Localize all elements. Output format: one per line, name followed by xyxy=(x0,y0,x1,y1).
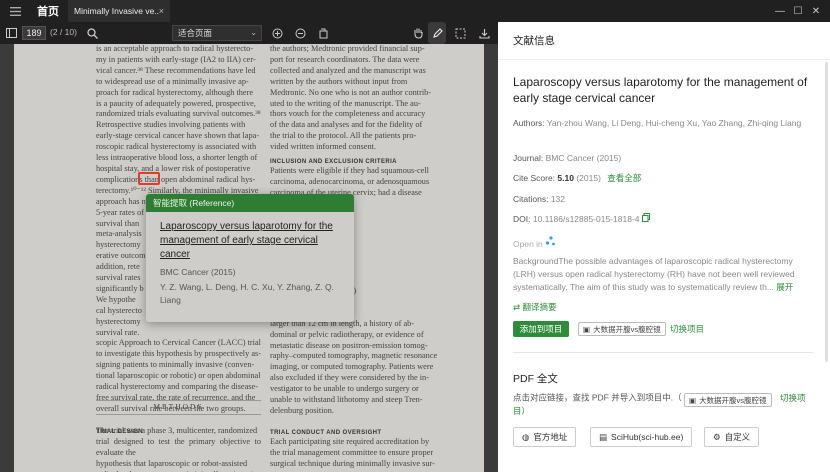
project-icon: ▣ xyxy=(583,324,591,334)
copy-icon[interactable] xyxy=(641,213,650,224)
pdf-left-bottom-text: The trial was a phase 3, multicenter, ra… xyxy=(96,426,261,472)
translate-abstract-link[interactable]: 翻译摘要 xyxy=(523,302,557,312)
search-icon[interactable] xyxy=(84,22,100,44)
connected-papers-icon[interactable] xyxy=(545,236,556,249)
gear-icon: ⚙ xyxy=(713,431,721,442)
document-tab-label: Minimally Invasive ve... xyxy=(74,6,159,16)
pdf-fulltext-heading: PDF 全文 xyxy=(513,373,558,385)
cite-score-label: Cite Score: xyxy=(513,173,556,183)
view-all-link[interactable]: 查看全部 xyxy=(607,173,641,183)
doi-label: DOI: xyxy=(513,214,531,224)
citations-label: Citations: xyxy=(513,194,549,204)
scihub-icon: ▤ xyxy=(599,431,608,442)
pdf-right-column-3: Each participating site required accredi… xyxy=(270,437,435,468)
doi-value: 10.1186/s12885-015-1818-4 xyxy=(532,214,640,224)
popup-authors: Y. Z. Wang, L. Deng, H. C. Xu, Y. Zhang,… xyxy=(160,282,335,305)
popup-journal: BMC Cancer (2015) xyxy=(160,267,236,277)
sidebar-toggle-icon[interactable] xyxy=(3,22,19,44)
download-icon[interactable] xyxy=(476,22,492,44)
pen-tool-icon[interactable] xyxy=(428,22,446,44)
globe-icon: ◍ xyxy=(522,431,530,442)
close-window-button[interactable]: ✕ xyxy=(808,0,824,22)
page-count: (2 / 10) xyxy=(50,27,77,37)
home-tab[interactable]: 首页 xyxy=(30,3,66,19)
zoom-select-value: 适合页面 xyxy=(178,28,213,38)
pdf-project-icon: ▣ xyxy=(688,395,697,405)
cite-score-value: 5.10 xyxy=(557,173,574,183)
authors-row: Authors: Yan-zhou Wang, Li Deng, Hui-che… xyxy=(513,117,813,130)
translate-row[interactable]: ⇄ 翻译摘要 xyxy=(513,301,557,314)
journal-value: BMC Cancer (2015) xyxy=(545,153,622,163)
official-url-label: 官方地址 xyxy=(533,432,568,442)
pdf-left-bottom-body: The trial was a phase 3, multicenter, ra… xyxy=(96,426,261,472)
literature-info-panel: 文献信息 Laparoscopy versus laparotomy for t… xyxy=(498,22,830,472)
open-in-label: Open in xyxy=(513,239,543,249)
hand-tool-icon[interactable] xyxy=(410,22,426,44)
project-chip[interactable]: ▣ 大数据开腹vs腹腔镜 xyxy=(578,322,666,336)
project-chip-label: 大数据开腹vs腹腔镜 xyxy=(593,324,661,334)
pdf-methods-heading: METHODS xyxy=(96,400,261,415)
chevron-down-icon: ⌄ xyxy=(250,28,257,37)
select-area-icon[interactable] xyxy=(452,22,468,44)
pdf-project-chip[interactable]: ▣ 大数据开腹vs腹腔镜 xyxy=(683,393,772,407)
citations-value: 132 xyxy=(550,194,565,204)
expand-link[interactable]: 展开 xyxy=(776,282,793,292)
citations-row: Citations: 132 xyxy=(513,193,565,206)
abstract-body: BackgroundThe possible advantages of lap… xyxy=(513,256,795,292)
add-to-project-button[interactable]: 添加到项目 xyxy=(513,321,569,337)
authors-value: Yan-zhou Wang, Li Deng, Hui-cheng Xu, Ya… xyxy=(546,118,802,128)
authors-label: Authors: xyxy=(513,118,545,128)
journal-row: Journal: BMC Cancer (2015) xyxy=(513,152,621,165)
pdf-description-text: 点击对应链接，查找 PDF 并导入到项目中.（ xyxy=(513,392,682,403)
scihub-button[interactable]: ▤ SciHub(sci-hub.ee) xyxy=(590,427,693,447)
pdf-toolbar: 189 (2 / 10) 适合页面 ⌄ xyxy=(0,22,498,44)
panel-scrollbar[interactable] xyxy=(825,62,828,362)
maximize-button[interactable]: ☐ xyxy=(790,0,806,22)
panel-header: 文献信息 xyxy=(498,22,830,60)
popup-header: 智能提取 (Reference) xyxy=(146,194,354,212)
document-tab[interactable]: Minimally Invasive ve... × xyxy=(68,0,170,22)
reference-highlight[interactable] xyxy=(138,172,160,185)
pdf-project-chip-label: 大数据开腹vs腹腔镜 xyxy=(699,395,767,405)
pdf-viewer[interactable]: is an acceptable approach to radical hys… xyxy=(0,44,498,472)
open-in-row: Open in xyxy=(513,236,556,251)
minimize-button[interactable]: — xyxy=(772,0,788,22)
scihub-label: SciHub(sci-hub.ee) xyxy=(611,432,684,442)
zoom-select[interactable]: 适合页面 ⌄ xyxy=(172,25,262,41)
journal-label: Journal: xyxy=(513,153,544,163)
reference-popup[interactable]: 智能提取 (Reference) Laparoscopy versus lapa… xyxy=(146,194,354,322)
cite-score-row: Cite Score: 5.10 (2015) 查看全部 xyxy=(513,172,641,185)
zoom-out-icon[interactable] xyxy=(292,22,308,44)
zoom-in-icon[interactable] xyxy=(269,22,285,44)
switch-project-link[interactable]: 切换项目 xyxy=(670,323,704,336)
section-divider xyxy=(513,352,813,353)
cite-score-year: (2015) xyxy=(576,173,601,183)
pdf-switch-project-link-tail[interactable]: 目） xyxy=(513,406,530,416)
translate-icon: ⇄ xyxy=(513,302,521,312)
rotate-icon[interactable] xyxy=(315,22,331,44)
title-bar: 首页 Minimally Invasive ve... × — ☐ ✕ xyxy=(0,0,830,22)
tab-close-icon[interactable]: × xyxy=(159,6,164,16)
abstract-text: BackgroundThe possible advantages of lap… xyxy=(513,255,813,294)
official-url-button[interactable]: ◍ 官方地址 xyxy=(513,427,577,447)
pdf-description: 点击对应链接，查找 PDF 并导入到项目中.（ ▣ 大数据开腹vs腹腔镜 切换项… xyxy=(513,391,818,418)
doi-row: DOI: 10.1186/s12885-015-1818-4 xyxy=(513,213,650,226)
custom-source-button[interactable]: ⚙ 自定义 xyxy=(704,427,760,447)
paper-title: Laparoscopy versus laparotomy for the ma… xyxy=(513,75,808,105)
menu-icon[interactable] xyxy=(0,6,30,16)
custom-source-label: 自定义 xyxy=(724,432,751,442)
pdf-right-column: the authors; Medtronic provided financia… xyxy=(270,44,432,152)
popup-reference-title[interactable]: Laparoscopy versus laparotomy for the ma… xyxy=(160,220,340,262)
page-number-input[interactable]: 189 xyxy=(22,26,46,40)
pdf-switch-project-link[interactable]: 切换项 xyxy=(780,393,806,403)
